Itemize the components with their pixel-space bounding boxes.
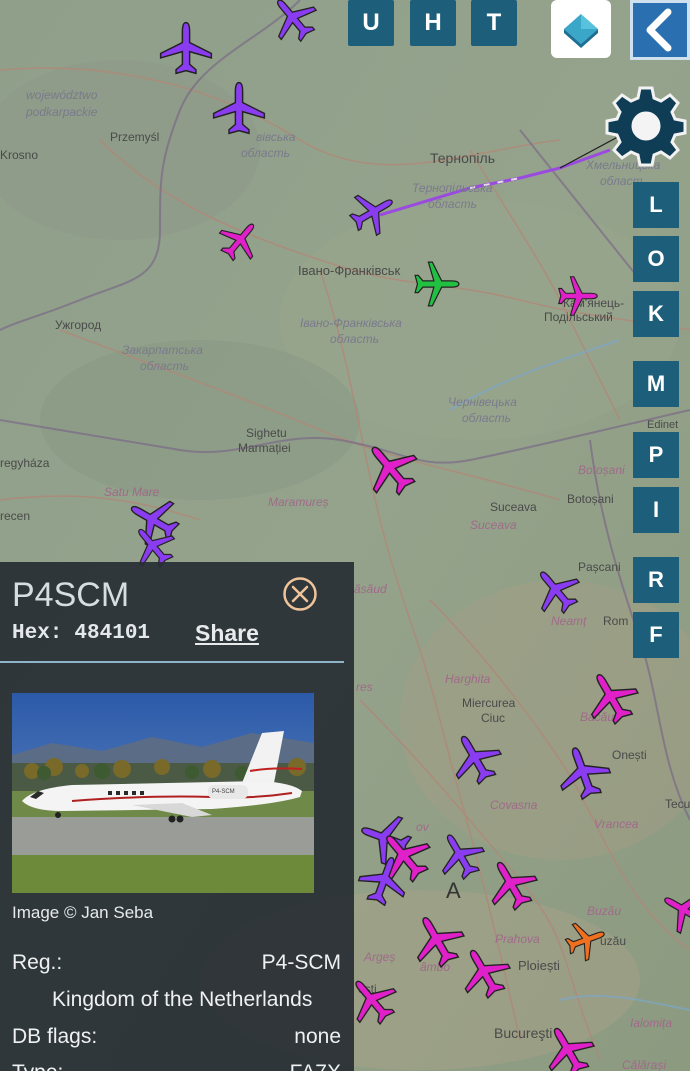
side-button-f[interactable]: F <box>633 612 679 658</box>
chevron-left-icon <box>646 8 672 52</box>
type-label: Type: <box>12 1061 63 1071</box>
divider <box>0 661 344 663</box>
map-label: województwo <box>26 88 98 102</box>
aircraft-marker-icon[interactable] <box>564 918 608 962</box>
map-label: Suceava <box>490 500 537 514</box>
aircraft-marker-icon[interactable] <box>357 853 411 907</box>
map-label: Przemyśl <box>110 130 160 144</box>
aircraft-marker-icon[interactable] <box>530 564 582 616</box>
map-label: Ialomița <box>630 1016 673 1030</box>
aircraft-marker-icon[interactable] <box>554 743 612 801</box>
close-button[interactable] <box>282 576 318 612</box>
hex-value: 484101 <box>74 622 151 645</box>
side-button-r[interactable]: R <box>633 557 679 603</box>
aircraft-marker-icon[interactable] <box>483 856 539 912</box>
dbflags-value: none <box>294 1025 341 1048</box>
side-button-l[interactable]: L <box>633 182 679 228</box>
hex-label: Hex: <box>12 622 63 645</box>
close-icon <box>283 577 317 611</box>
side-button-k[interactable]: K <box>633 291 679 337</box>
map-label: Argeș <box>364 950 396 964</box>
map-label: Maramureș <box>268 495 329 509</box>
panel-title: P4SCM <box>12 576 130 614</box>
side-button-m[interactable]: M <box>633 361 679 407</box>
u-button[interactable]: U <box>348 0 394 46</box>
photo-credit: Image © Jan Seba <box>12 903 154 922</box>
map-label: область <box>428 197 477 211</box>
map-label: Onești <box>612 748 647 762</box>
map-label: Тернопільська <box>412 181 493 195</box>
dbflags-label: DB flags: <box>12 1025 98 1048</box>
settings-button[interactable] <box>602 84 690 168</box>
h-button[interactable]: H <box>410 0 456 46</box>
map-label: res <box>356 680 373 694</box>
map-label: область <box>462 411 511 425</box>
aircraft-photo-image: P4-SCM <box>12 693 314 893</box>
aircraft-info-panel: P4SCM Hex: 484101 Share P4-SCM Image © J… <box>0 562 354 1071</box>
reg-value: P4-SCM <box>261 951 341 974</box>
aircraft-marker-icon[interactable] <box>360 438 420 498</box>
gear-icon <box>605 86 687 167</box>
aircraft-photo[interactable]: P4-SCM <box>12 693 314 893</box>
map-label: Călărași <box>622 1058 667 1071</box>
hex-row: Hex: 484101 <box>12 622 150 645</box>
owner-value: Kingdom of the Netherlands <box>52 988 313 1011</box>
map-label: Krosno <box>0 148 39 162</box>
aircraft-marker-icon[interactable] <box>556 274 600 318</box>
map-label: область <box>241 146 290 160</box>
aircraft-marker-icon[interactable] <box>348 187 398 237</box>
aircraft-marker-icon[interactable] <box>210 79 268 137</box>
photo-tail-text: P4-SCM <box>212 789 235 795</box>
type-value: FA7X <box>290 1061 341 1071</box>
map-label: Ploiești <box>518 958 560 973</box>
map-label: Івано-Франківська <box>300 316 402 330</box>
back-button[interactable] <box>630 0 690 60</box>
map-label: Pașcani <box>578 560 621 574</box>
map-label: Miercurea <box>462 696 516 710</box>
aircraft-marker-icon[interactable] <box>456 944 512 1000</box>
aircraft-marker-icon[interactable] <box>582 668 640 726</box>
layers-button[interactable] <box>551 0 611 58</box>
aircraft-marker-icon[interactable] <box>540 1022 596 1071</box>
side-button-i[interactable]: I <box>633 487 679 533</box>
map-label: Ужгород <box>55 318 102 332</box>
t-button[interactable]: T <box>471 0 517 46</box>
reg-label: Reg.: <box>12 951 63 974</box>
map-label: Rom <box>603 614 629 628</box>
aircraft-marker-icon[interactable] <box>659 885 690 935</box>
map-label: область <box>140 359 189 373</box>
map-label: область <box>330 332 379 346</box>
map-label: Covasna <box>490 798 538 812</box>
map-label: ăsăud <box>354 582 387 596</box>
layers-icon <box>564 14 598 48</box>
map-label: Tecu <box>665 797 690 811</box>
aircraft-marker-icon[interactable] <box>447 730 503 786</box>
map-label: Sighetu <box>246 426 287 440</box>
map-label: Тернопіль <box>430 150 496 166</box>
map-label: Vrancea <box>594 817 639 831</box>
map-label: Suceava <box>470 518 517 532</box>
map-label: Івано-Франківськ <box>298 263 401 278</box>
side-button-p[interactable]: P <box>633 432 679 478</box>
map-label: Botoșani <box>567 492 614 506</box>
aircraft-marker-icon[interactable] <box>217 217 263 263</box>
map-label: Чернівецька <box>448 395 517 409</box>
share-link[interactable]: Share <box>195 620 259 647</box>
aircraft-marker-icon[interactable] <box>157 19 215 77</box>
map-label: recen <box>0 509 31 523</box>
map-label: podkarpackie <box>26 105 98 119</box>
aircraft-marker-icon[interactable] <box>267 0 319 44</box>
side-button-o[interactable]: O <box>633 236 679 282</box>
map-label: regyháza <box>0 456 50 470</box>
aircraft-marker-icon[interactable] <box>412 259 462 309</box>
map-label: Закарпатська <box>122 343 203 357</box>
map-label: Harghita <box>445 672 491 686</box>
map-label: Edinet <box>647 419 679 431</box>
map-label: Marmației <box>238 441 291 455</box>
map-label: Botoșani <box>578 463 625 477</box>
